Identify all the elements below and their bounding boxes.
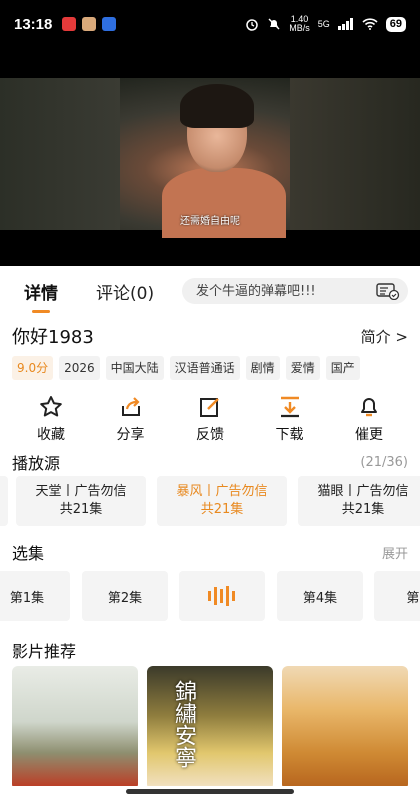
tab-details[interactable]: 详情: [24, 279, 58, 313]
notification-icons: [62, 17, 117, 31]
episode-item[interactable]: 第5: [374, 571, 420, 621]
episode-item[interactable]: 第1集: [0, 571, 70, 621]
episodes-expand[interactable]: 展开: [382, 543, 408, 562]
video-person-hair: [180, 84, 254, 128]
episode-item[interactable]: 第2集: [82, 571, 168, 621]
download-button[interactable]: 下载: [259, 394, 321, 444]
tag-list: 9.0分 2026 中国大陆 汉语普通话 剧情 爱情 国产: [12, 356, 360, 380]
video-scene-left: [0, 78, 120, 230]
source-name: 猫眼丨广告勿信: [317, 484, 409, 499]
rating-tag: 9.0分: [12, 356, 54, 380]
episode-item[interactable]: 第4集: [277, 571, 363, 621]
episode-list: 第1集 第2集 第4集 第5: [0, 571, 420, 621]
home-indicator[interactable]: [126, 789, 294, 794]
mail-notification-icon: [62, 17, 77, 31]
network-type: 5G: [317, 19, 330, 29]
genre-tag-domestic: 国产: [325, 356, 360, 380]
wifi-icon: [362, 18, 378, 30]
episode-item-playing[interactable]: [179, 571, 265, 621]
source-episodes: 共21集: [200, 502, 244, 517]
download-icon: [280, 396, 299, 418]
episodes-header: 选集 展开: [12, 540, 408, 564]
feedback-label: 反馈: [196, 427, 224, 443]
recommend-poster[interactable]: 錦繡安寧: [147, 666, 273, 786]
action-bar: 收藏 分享 反馈 下载 催更: [12, 394, 408, 444]
title-row: 你好1983 简介 >: [0, 322, 420, 350]
source-item[interactable]: [0, 476, 8, 526]
battery-level: 69: [385, 16, 406, 32]
recommend-poster[interactable]: [282, 666, 408, 786]
sources-list: 天堂丨广告勿信 共21集 暴风丨广告勿信 共21集 猫眼丨广告勿信 共21集: [0, 476, 420, 528]
language-tag: 汉语普通话: [169, 356, 240, 380]
tab-comments[interactable]: 评论(0): [96, 279, 154, 304]
app-notification-icon: [82, 17, 97, 31]
video-frame: [0, 78, 420, 238]
status-indicators: 1.40 MB/s 5G 69: [245, 15, 406, 33]
video-player[interactable]: 还需婚自由呢: [0, 48, 420, 266]
net-speed: 1.40 MB/s: [289, 15, 310, 33]
favorite-label: 收藏: [37, 427, 65, 443]
signal-icon: [337, 18, 353, 30]
star-icon: [40, 396, 62, 417]
source-item-active[interactable]: 暴风丨广告勿信 共21集: [157, 476, 287, 526]
poster-title-art: 錦繡安寧: [171, 680, 196, 768]
danmaku-settings-icon[interactable]: [376, 282, 400, 300]
source-episodes: 共21集: [59, 502, 103, 517]
status-bar: 13:18 1.40 MB/s 5G 69: [0, 0, 420, 48]
share-button[interactable]: 分享: [100, 394, 162, 444]
net-speed-unit: MB/s: [289, 23, 310, 33]
source-episodes: 共21集: [341, 502, 385, 517]
recommend-header: 影片推荐: [12, 638, 408, 662]
sources-header: 播放源 (21/36): [12, 450, 408, 474]
intro-link[interactable]: 简介 >: [361, 326, 408, 347]
genre-tag-romance: 爱情: [285, 356, 320, 380]
video-subtitle: 还需婚自由呢: [180, 216, 240, 227]
download-label: 下载: [275, 427, 304, 443]
share-label: 分享: [116, 427, 145, 443]
source-item[interactable]: 猫眼丨广告勿信 共21集: [298, 476, 420, 526]
source-name: 天堂丨广告勿信: [35, 484, 127, 499]
source-name: 暴风丨广告勿信: [176, 484, 268, 499]
danmaku-input[interactable]: [196, 283, 376, 299]
episodes-title: 选集: [12, 544, 45, 563]
sources-title: 播放源: [12, 454, 61, 473]
danmaku-bar: [182, 278, 408, 304]
tabs-row: 详情 评论(0): [0, 266, 420, 316]
year-tag: 2026: [59, 356, 100, 380]
favorite-button[interactable]: 收藏: [20, 394, 82, 444]
video-person-body: [162, 168, 286, 238]
edit-icon: [200, 398, 219, 417]
video-scene-right: [290, 78, 420, 230]
sources-count: (21/36): [360, 454, 408, 470]
playing-equalizer-icon: [208, 586, 235, 606]
alarm-icon: [246, 19, 258, 31]
urge-update-label: 催更: [355, 427, 383, 443]
bell-icon: [361, 398, 377, 417]
recommend-poster[interactable]: [12, 666, 138, 786]
recommend-list: 錦繡安寧: [0, 666, 420, 786]
share-icon: [121, 397, 140, 416]
recommend-title: 影片推荐: [12, 642, 77, 661]
status-time: 13:18: [14, 15, 53, 33]
genre-tag-drama: 剧情: [245, 356, 280, 380]
mute-icon: [268, 18, 280, 30]
urge-update-button[interactable]: 催更: [338, 394, 400, 444]
source-item[interactable]: 天堂丨广告勿信 共21集: [16, 476, 146, 526]
region-tag: 中国大陆: [105, 356, 164, 380]
settings-notification-icon: [102, 17, 117, 31]
page-title: 你好1983: [12, 327, 94, 348]
feedback-button[interactable]: 反馈: [179, 394, 241, 444]
